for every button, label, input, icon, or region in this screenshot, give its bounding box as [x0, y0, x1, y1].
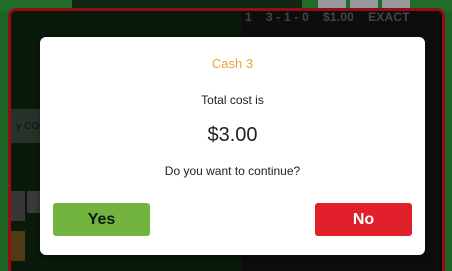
yes-button[interactable]: Yes [53, 203, 150, 236]
total-cost-label: Total cost is [201, 93, 264, 107]
confirm-dialog: Cash 3 Total cost is $3.00 Do you want t… [40, 37, 425, 255]
no-button[interactable]: No [315, 203, 412, 236]
dialog-title: Cash 3 [211, 56, 254, 71]
continue-question: Do you want to continue? [164, 164, 301, 178]
total-cost-amount: $3.00 [207, 124, 258, 146]
